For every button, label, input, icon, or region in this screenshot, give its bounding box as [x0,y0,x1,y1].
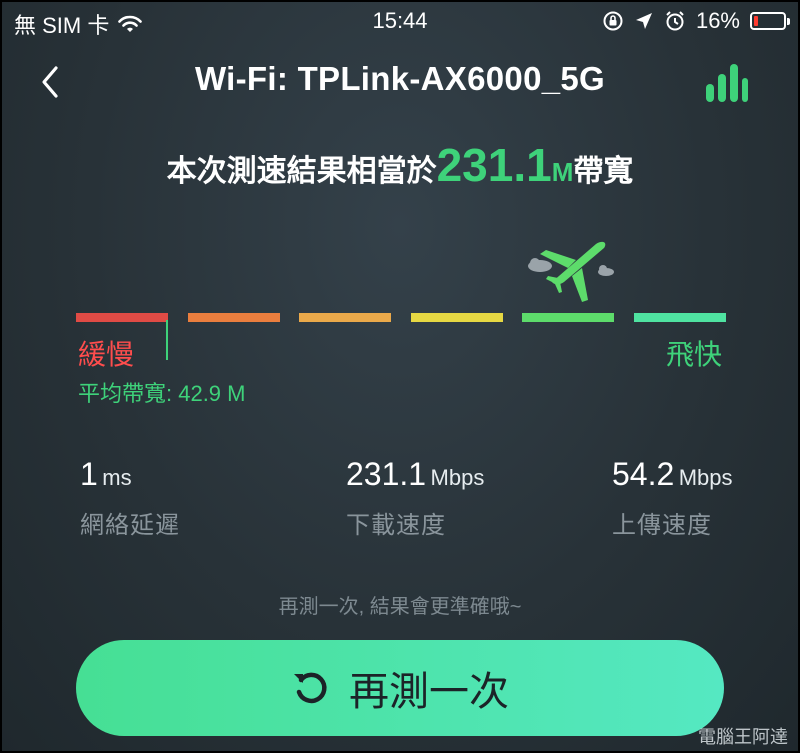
battery-percent: 16% [695,8,740,33]
upload-unit: Mbps [678,465,733,490]
refresh-icon [294,672,327,704]
download-label: 下載速度 [346,512,446,539]
slow-label: 緩慢 [78,339,135,370]
fast-label: 飛快 [665,339,722,370]
latency-value: 1 [80,456,98,492]
status-bar: 無 SIM 卡 15:44 16% [0,0,800,44]
upload-value: 54.2 [612,456,675,492]
latency-unit: ms [102,465,132,490]
orientation-lock-icon [603,11,623,31]
speed-segment [411,313,503,322]
result-suffix: 帶寬 [573,155,634,188]
result-unit: M [551,157,574,187]
speed-segment [522,313,614,322]
latency-stat: 1 ms 網絡延遲 [80,456,180,540]
page-title: Wi-Fi: TPLink-AX6000_5G [194,60,606,97]
speed-result: 本次測速結果相當於231.1M帶寬 [0,138,800,192]
latency-label: 網絡延遲 [80,512,180,539]
download-unit: Mbps [430,465,485,490]
speed-segment [634,313,726,322]
average-bandwidth: 平均帶寬: 42.9 M [78,381,246,406]
upload-stat: 54.2 Mbps 上傳速度 [612,456,733,540]
upload-label: 上傳速度 [612,512,712,539]
download-stat: 231.1 Mbps 下載速度 [346,456,484,540]
speed-segment [299,313,391,322]
average-marker [166,320,168,360]
result-value: 231.1 [436,139,552,191]
retest-hint: 再測一次, 結果會更準確哦~ [278,596,522,618]
download-value: 231.1 [346,456,427,492]
location-icon [635,13,652,29]
battery-level [754,16,758,26]
status-icons: 16% [602,8,790,34]
speed-segment [76,313,168,322]
result-prefix: 本次測速結果相當於 [166,155,437,188]
retest-label: 再測一次 [349,670,509,714]
airplane-icon [528,241,614,302]
battery-icon [750,12,790,30]
speed-segment [188,313,280,322]
retest-button[interactable]: 再測一次 [76,640,724,736]
bar-chart-icon[interactable] [704,62,748,104]
watermark-logo: 電腦王阿達 [698,727,788,747]
alarm-icon [666,11,684,31]
